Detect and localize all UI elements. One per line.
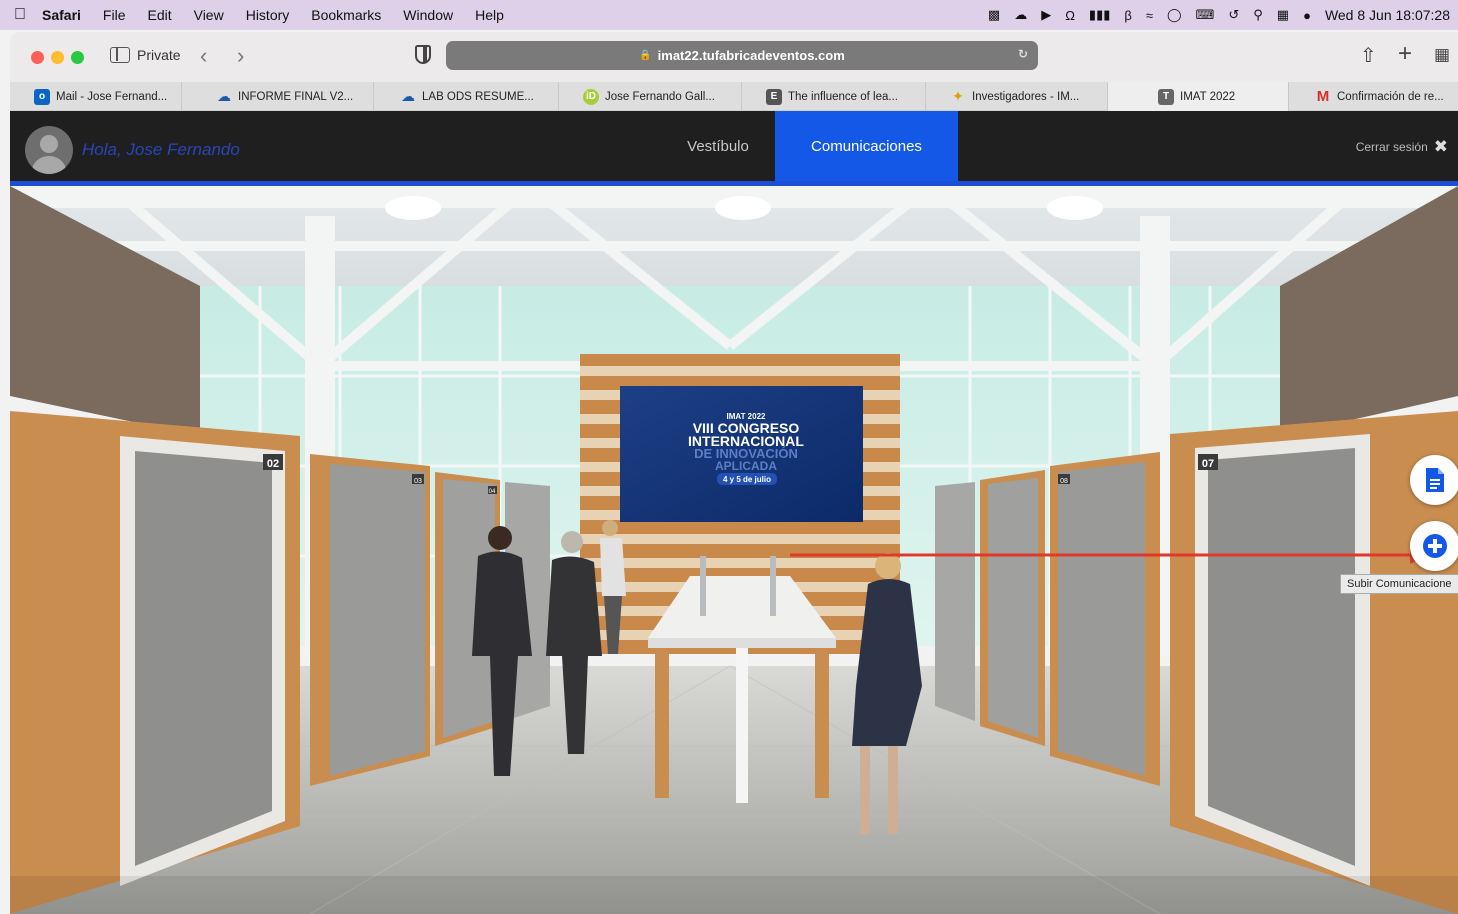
menu-window[interactable]: Window	[392, 7, 464, 23]
share-icon[interactable]: ⇧	[1360, 43, 1377, 68]
play-icon[interactable]: ▶	[1041, 7, 1051, 23]
privacy-shield-icon[interactable]	[415, 45, 431, 64]
onedrive-icon: ☁	[401, 88, 415, 104]
time-machine-icon[interactable]: ↺	[1228, 7, 1239, 23]
tab-overview-icon[interactable]: ▦	[1434, 45, 1450, 65]
tab-influence[interactable]: E The influence of lea...	[742, 82, 926, 111]
avatar[interactable]	[25, 126, 73, 174]
e-icon: E	[766, 88, 782, 105]
lock-icon: 🔒	[639, 50, 652, 61]
headphones-icon[interactable]: Ω	[1065, 8, 1075, 23]
keyboard-icon[interactable]: ⌨	[1196, 7, 1215, 23]
logout-button[interactable]: Cerrar sesión ✖	[1356, 137, 1448, 157]
tab-mail[interactable]: o Mail - Jose Fernand...	[10, 82, 182, 111]
tab-label: LAB ODS RESUME...	[422, 90, 534, 103]
sidebar-icon[interactable]	[110, 47, 130, 63]
menu-help[interactable]: Help	[464, 7, 515, 23]
screen-line-6: 4 y 5 de julio	[723, 475, 771, 484]
tab-orcid[interactable]: iD Jose Fernando Gall...	[559, 82, 742, 111]
status-area: ▩ ☁ ▶ Ω ▮▮▮ β ≈ ◯ ⌨ ↺ ⚲ ▦ ● Wed 8 Jun 18…	[988, 0, 1450, 30]
tab-label: INFORME FINAL V2...	[238, 90, 354, 103]
back-icon[interactable]: ‹	[200, 43, 207, 69]
private-label: Private	[137, 47, 181, 63]
site-header: Hola, Jose Fernando Vestíbulo Comunicaci…	[10, 111, 1458, 181]
documents-button[interactable]	[1410, 455, 1458, 505]
menu-file[interactable]: File	[92, 7, 137, 23]
close-icon: ✖	[1433, 137, 1448, 156]
nav-vestibulo[interactable]: Vestíbulo	[662, 111, 774, 181]
wifi-icon[interactable]: ≈	[1146, 8, 1153, 23]
bluetooth-icon[interactable]: β	[1124, 8, 1131, 23]
upload-communication-button[interactable]	[1410, 521, 1458, 571]
browser-toolbar: Private ‹ › 🔒 imat22.tufabricadeventos.c…	[10, 32, 1458, 82]
tab-label: Jose Fernando Gall...	[605, 90, 715, 103]
booth-number-03: 03	[414, 478, 422, 485]
address-bar[interactable]: 🔒 imat22.tufabricadeventos.com ↻	[446, 41, 1038, 70]
t-icon: T	[1158, 88, 1174, 105]
screen-line-5: APLICADA	[715, 459, 777, 473]
plus-circle-icon	[1423, 534, 1447, 558]
sparkle-icon: ✦	[952, 88, 964, 104]
cloud-icon[interactable]: ☁	[1014, 7, 1027, 23]
tab-label: IMAT 2022	[1180, 90, 1236, 103]
tab-investigadores[interactable]: ✦ Investigadores - IM...	[926, 82, 1108, 111]
tab-label: Confirmación de re...	[1337, 90, 1444, 103]
tab-label: Mail - Jose Fernand...	[56, 90, 168, 103]
tab-confirmacion[interactable]: M Confirmación de re...	[1289, 82, 1458, 111]
battery-icon[interactable]: ▮▮▮	[1089, 7, 1110, 23]
minimize-window-button[interactable]	[51, 51, 64, 64]
forward-icon[interactable]: ›	[237, 43, 244, 69]
clock[interactable]: Wed 8 Jun 18:07:28	[1325, 7, 1450, 23]
gmail-icon: M	[1316, 88, 1330, 105]
booth-number-04: 04	[489, 489, 496, 495]
logout-label: Cerrar sesión	[1355, 140, 1428, 154]
menu-view[interactable]: View	[183, 7, 235, 23]
menu-history[interactable]: History	[235, 7, 301, 23]
url-text: imat22.tufabricadeventos.com	[657, 48, 845, 63]
document-icon	[1426, 468, 1444, 492]
new-tab-icon[interactable]: +	[1398, 40, 1412, 68]
menu-bookmarks[interactable]: Bookmarks	[300, 7, 392, 23]
menu-app-name[interactable]: Safari	[40, 7, 92, 23]
tab-label: Investigadores - IM...	[972, 90, 1080, 103]
outlook-icon: o	[34, 88, 50, 105]
booth-number-08: 08	[1060, 478, 1068, 485]
tab-label: The influence of lea...	[788, 90, 898, 103]
apple-icon[interactable]: 	[0, 6, 40, 24]
upload-tooltip: Subir Comunicacione	[1340, 574, 1458, 594]
zoom-window-button[interactable]	[71, 51, 84, 64]
spotlight-icon[interactable]: ⚲	[1253, 7, 1263, 23]
macos-menu-bar:  Safari File Edit View History Bookmark…	[0, 0, 1458, 30]
booth-number-07: 07	[1202, 458, 1214, 470]
reload-icon[interactable]: ↻	[1018, 47, 1028, 61]
orcid-icon: iD	[583, 88, 599, 105]
booth-number-02: 02	[267, 458, 279, 470]
tab-informe[interactable]: ☁ INFORME FINAL V2...	[182, 82, 374, 111]
control-center-icon[interactable]: ▦	[1277, 7, 1289, 23]
tab-imat[interactable]: T IMAT 2022	[1108, 82, 1289, 111]
tab-bar: o Mail - Jose Fernand... ☁ INFORME FINAL…	[10, 82, 1458, 111]
nav-comunicaciones[interactable]: Comunicaciones	[775, 111, 958, 181]
menu-edit[interactable]: Edit	[136, 7, 182, 23]
virtual-hall-scene: IMAT 2022 VIII CONGRESO INTERNACIONAL DE…	[10, 186, 1458, 914]
user-icon[interactable]: ◯	[1167, 7, 1182, 23]
hall-illustration: IMAT 2022 VIII CONGRESO INTERNACIONAL DE…	[10, 186, 1458, 914]
siri-icon[interactable]: ●	[1303, 8, 1311, 23]
tab-lab-ods[interactable]: ☁ LAB ODS RESUME...	[374, 82, 559, 111]
close-window-button[interactable]	[31, 51, 44, 64]
camera-icon[interactable]: ▩	[988, 7, 1000, 23]
onedrive-icon: ☁	[217, 88, 231, 104]
greeting: Hola, Jose Fernando	[82, 140, 240, 159]
